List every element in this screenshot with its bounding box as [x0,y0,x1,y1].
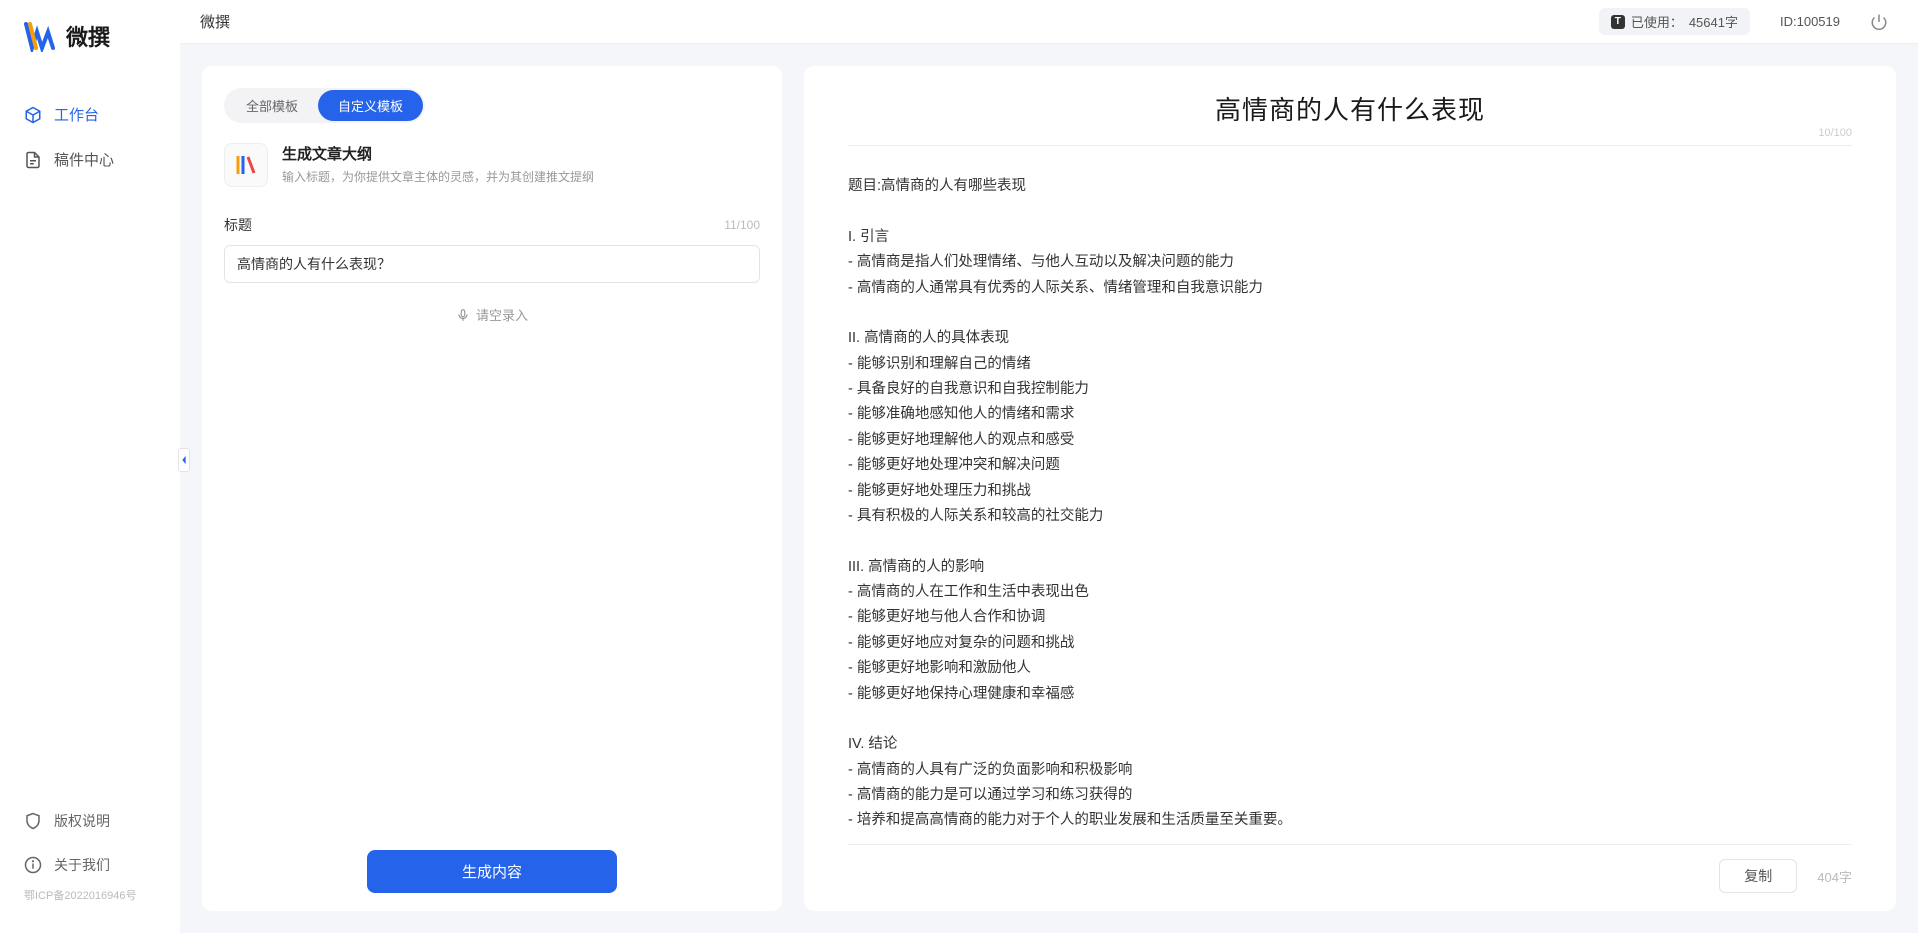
chevron-left-icon [180,455,188,465]
nav: 工作台 稿件中心 [0,92,180,799]
title-input[interactable] [224,245,760,283]
t-badge-icon: T [1611,15,1625,29]
template-tabs: 全部模板 自定义模板 [224,88,425,123]
document-icon [24,151,42,169]
copy-button[interactable]: 复制 [1719,859,1797,893]
template-card[interactable]: 生成文章大纲 输入标题，为你提供文章主体的灵感，并为其创建推文提纲 [224,143,760,187]
user-id: ID:100519 [1780,14,1840,29]
output-word-count: 404字 [1817,867,1852,886]
template-desc: 输入标题，为你提供文章主体的灵感，并为其创建推文提纲 [282,168,594,185]
microphone-icon [456,308,470,322]
title-field-label: 标题 [224,215,252,235]
generate-button[interactable]: 生成内容 [367,850,617,893]
usage-pill[interactable]: T 已使用： 45641字 [1599,8,1750,35]
output-panel: 高情商的人有什么表现 10/100 题目:高情商的人有哪些表现 I. 引言 - … [804,66,1896,911]
sidebar-bottom: 版权说明 关于我们 鄂ICP备2022016946号 [0,799,180,913]
logo-icon [24,20,56,52]
usage-label: 已使用： [1631,12,1683,31]
title-char-counter: 11/100 [724,218,760,232]
usage-value: 45641字 [1689,12,1738,31]
topbar: 微撰 T 已使用： 45641字 ID:100519 [180,0,1918,44]
info-icon [24,856,42,874]
input-panel: 全部模板 自定义模板 生成文章大纲 输入标题，为你提供文章主体的灵感，并为其创建… [202,66,782,911]
tab-custom-templates[interactable]: 自定义模板 [318,90,423,121]
nav-about[interactable]: 关于我们 [0,843,180,887]
power-icon [1870,13,1888,31]
nav-drafts[interactable]: 稿件中心 [0,137,180,182]
logo-text: 微撰 [66,20,110,52]
tab-all-templates[interactable]: 全部模板 [226,90,318,121]
output-title-counter: 10/100 [1818,127,1852,139]
template-title: 生成文章大纲 [282,143,594,164]
nav-workspace[interactable]: 工作台 [0,92,180,137]
sidebar-collapse-handle[interactable] [178,448,190,472]
output-title[interactable]: 高情商的人有什么表现 [848,90,1852,127]
output-body[interactable]: 题目:高情商的人有哪些表现 I. 引言 - 高情商是指人们处理情绪、与他人互动以… [848,154,1852,834]
icp-text: 鄂ICP备2022016946号 [0,887,180,903]
power-button[interactable] [1870,13,1888,31]
topbar-title: 微撰 [200,11,230,32]
logo[interactable]: 微撰 [0,20,180,92]
template-thumb-icon [224,143,268,187]
shield-icon [24,812,42,830]
voice-input-button[interactable]: 请空录入 [224,305,760,324]
sidebar: 微撰 工作台 稿件中心 版权说明 关于我们 鄂ICP备2022016946号 [0,0,180,933]
cube-icon [24,106,42,124]
nav-copyright[interactable]: 版权说明 [0,799,180,843]
